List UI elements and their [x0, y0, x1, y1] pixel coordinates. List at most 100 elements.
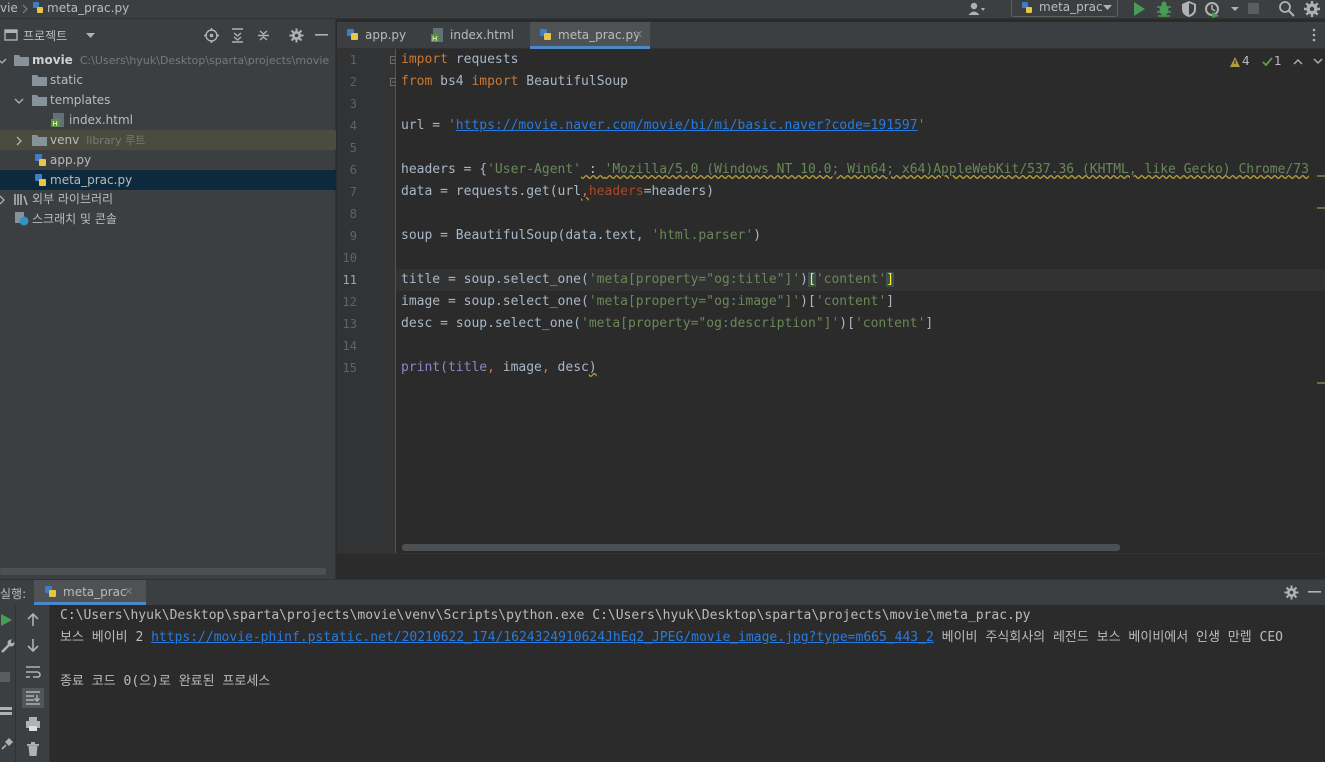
breadcrumb-file[interactable]: meta_prac.py [47, 0, 129, 18]
tree-item-label: app.py [50, 153, 92, 167]
tree-item-static[interactable]: static [0, 70, 336, 90]
stop-icon[interactable] [0, 669, 16, 685]
python-file-icon [31, 1, 45, 15]
close-icon[interactable]: ✕ [124, 585, 133, 598]
chevron-down-icon [1103, 5, 1112, 11]
run-tool-window-header: 실행: meta_prac ✕ [0, 579, 1325, 605]
line-number: 6 [349, 163, 357, 177]
chevron-up-icon[interactable] [1293, 58, 1303, 65]
code-line-13: desc = soup.select_one('meta[property="o… [401, 316, 934, 331]
svg-text:H: H [53, 120, 58, 127]
debug-icon[interactable] [1155, 0, 1173, 18]
weak-warning-count[interactable]: 1 [1274, 54, 1282, 68]
settings-icon[interactable] [1303, 0, 1321, 18]
tree-item-meta-prac-py[interactable]: meta_prac.py [0, 170, 336, 190]
error-stripe-mark[interactable] [1317, 207, 1325, 209]
console-command-line: C:\Users\hyuk\Desktop\sparta\projects\mo… [60, 608, 1031, 623]
folder-icon [32, 73, 47, 87]
print-icon[interactable] [25, 716, 41, 732]
console-output[interactable]: C:\Users\hyuk\Desktop\sparta\projects\mo… [50, 605, 1325, 762]
project-title[interactable]: 프로젝트 [23, 27, 67, 44]
profile-icon[interactable] [1204, 0, 1222, 18]
settings-icon[interactable] [1284, 585, 1299, 600]
code-line-9: soup = BeautifulSoup(data.text, 'html.pa… [401, 228, 762, 243]
warning-icon[interactable] [1230, 57, 1240, 67]
tab-app-py[interactable]: app.py [337, 22, 422, 48]
trash-icon[interactable] [25, 741, 41, 757]
code-line-7: data = requests.get(url,headers=headers) [401, 184, 715, 199]
project-icon [4, 28, 18, 42]
run-configuration-selector[interactable]: meta_prac [1011, 0, 1118, 17]
tree-item-label: movie [32, 53, 73, 67]
close-icon[interactable]: ✕ [634, 22, 643, 48]
minimize-icon[interactable] [1308, 591, 1321, 594]
tree-item-external-libraries[interactable]: 외부 라이브러리 [0, 189, 336, 209]
tree-item-label: 외부 라이브러리 [32, 192, 114, 206]
editor-horizontal-scrollbar[interactable] [402, 544, 1120, 551]
stop-icon[interactable] [1245, 0, 1263, 18]
run-tab-label: meta_prac [63, 585, 127, 599]
library-icon [14, 192, 29, 206]
layout-icon[interactable] [0, 703, 16, 719]
line-number: 7 [349, 185, 357, 199]
check-icon[interactable] [1262, 57, 1273, 67]
search-icon[interactable] [1278, 0, 1296, 18]
soft-wrap-icon[interactable] [25, 664, 41, 680]
warning-count[interactable]: 4 [1242, 54, 1250, 68]
wrench-icon[interactable] [0, 638, 16, 654]
line-number: 11 [342, 273, 357, 287]
error-stripe-mark[interactable] [1317, 382, 1325, 384]
python-file-icon [33, 173, 48, 187]
chevron-down-icon[interactable] [1313, 58, 1323, 65]
project-horizontal-scrollbar[interactable] [0, 568, 326, 575]
code-line-2: from bs4 import BeautifulSoup [401, 74, 628, 89]
minimize-icon[interactable] [315, 34, 328, 37]
tree-item-movie[interactable]: movie C:\Users\hyuk\Desktop\sparta\projec… [0, 50, 336, 70]
arrow-up-icon[interactable] [25, 612, 41, 628]
tree-item-app-py[interactable]: app.py [0, 150, 336, 170]
more-icon[interactable] [1312, 28, 1316, 42]
html-file-icon: H [431, 28, 445, 42]
breadcrumb-project[interactable]: vie [0, 0, 18, 18]
tree-item-index-html[interactable]: H index.html [0, 110, 336, 130]
line-number: 1 [349, 53, 357, 67]
editor-footer [337, 553, 1325, 579]
run-icon[interactable] [1131, 0, 1149, 18]
tree-item-venv[interactable]: venv library 루트 [0, 130, 336, 150]
tab-label: app.py [365, 28, 407, 42]
error-stripe-mark[interactable] [1317, 175, 1325, 177]
python-file-icon [346, 28, 360, 42]
code-editor[interactable]: import requests from bs4 import Beautifu… [396, 49, 1325, 553]
tree-item-templates[interactable]: templates [0, 90, 336, 110]
python-file-icon [1020, 1, 1034, 15]
chevron-down-icon[interactable] [86, 33, 95, 39]
chevron-down-icon[interactable] [1227, 0, 1245, 18]
url-link[interactable]: https://movie.naver.com/movie/bi/mi/basi… [456, 118, 918, 133]
code-line-4: url = 'https://movie.naver.com/movie/bi/… [401, 118, 926, 133]
collapse-all-icon[interactable] [256, 28, 271, 43]
scroll-to-end-icon[interactable] [22, 688, 44, 708]
tree-item-scratches[interactable]: 스크래치 및 콘솔 [0, 209, 336, 229]
python-file-icon [33, 153, 48, 167]
rerun-icon[interactable] [0, 612, 16, 628]
scratch-icon [14, 212, 29, 226]
settings-icon[interactable] [289, 28, 304, 43]
line-number: 5 [349, 141, 357, 155]
tab-index-html[interactable]: H index.html [422, 22, 530, 48]
user-icon[interactable] [967, 0, 985, 18]
chevron-right-icon [22, 4, 28, 14]
line-number: 4 [349, 119, 357, 133]
locate-icon[interactable] [204, 28, 219, 43]
expand-all-icon[interactable] [230, 28, 245, 43]
tree-item-label: 스크래치 및 콘솔 [32, 212, 117, 226]
folder-icon [32, 93, 47, 107]
tab-meta-prac-py[interactable]: meta_prac.py ✕ [530, 22, 650, 49]
image-url-link[interactable]: https://movie-phinf.pstatic.net/20210622… [151, 630, 934, 645]
arrow-down-icon[interactable] [25, 637, 41, 653]
code-line-15: print(title, image, desc) [401, 360, 597, 375]
tree-item-label: index.html [69, 113, 133, 127]
python-file-icon [44, 585, 58, 599]
coverage-icon[interactable] [1180, 0, 1198, 18]
pin-icon[interactable] [0, 735, 16, 751]
run-tab[interactable]: meta_prac ✕ [34, 580, 146, 605]
